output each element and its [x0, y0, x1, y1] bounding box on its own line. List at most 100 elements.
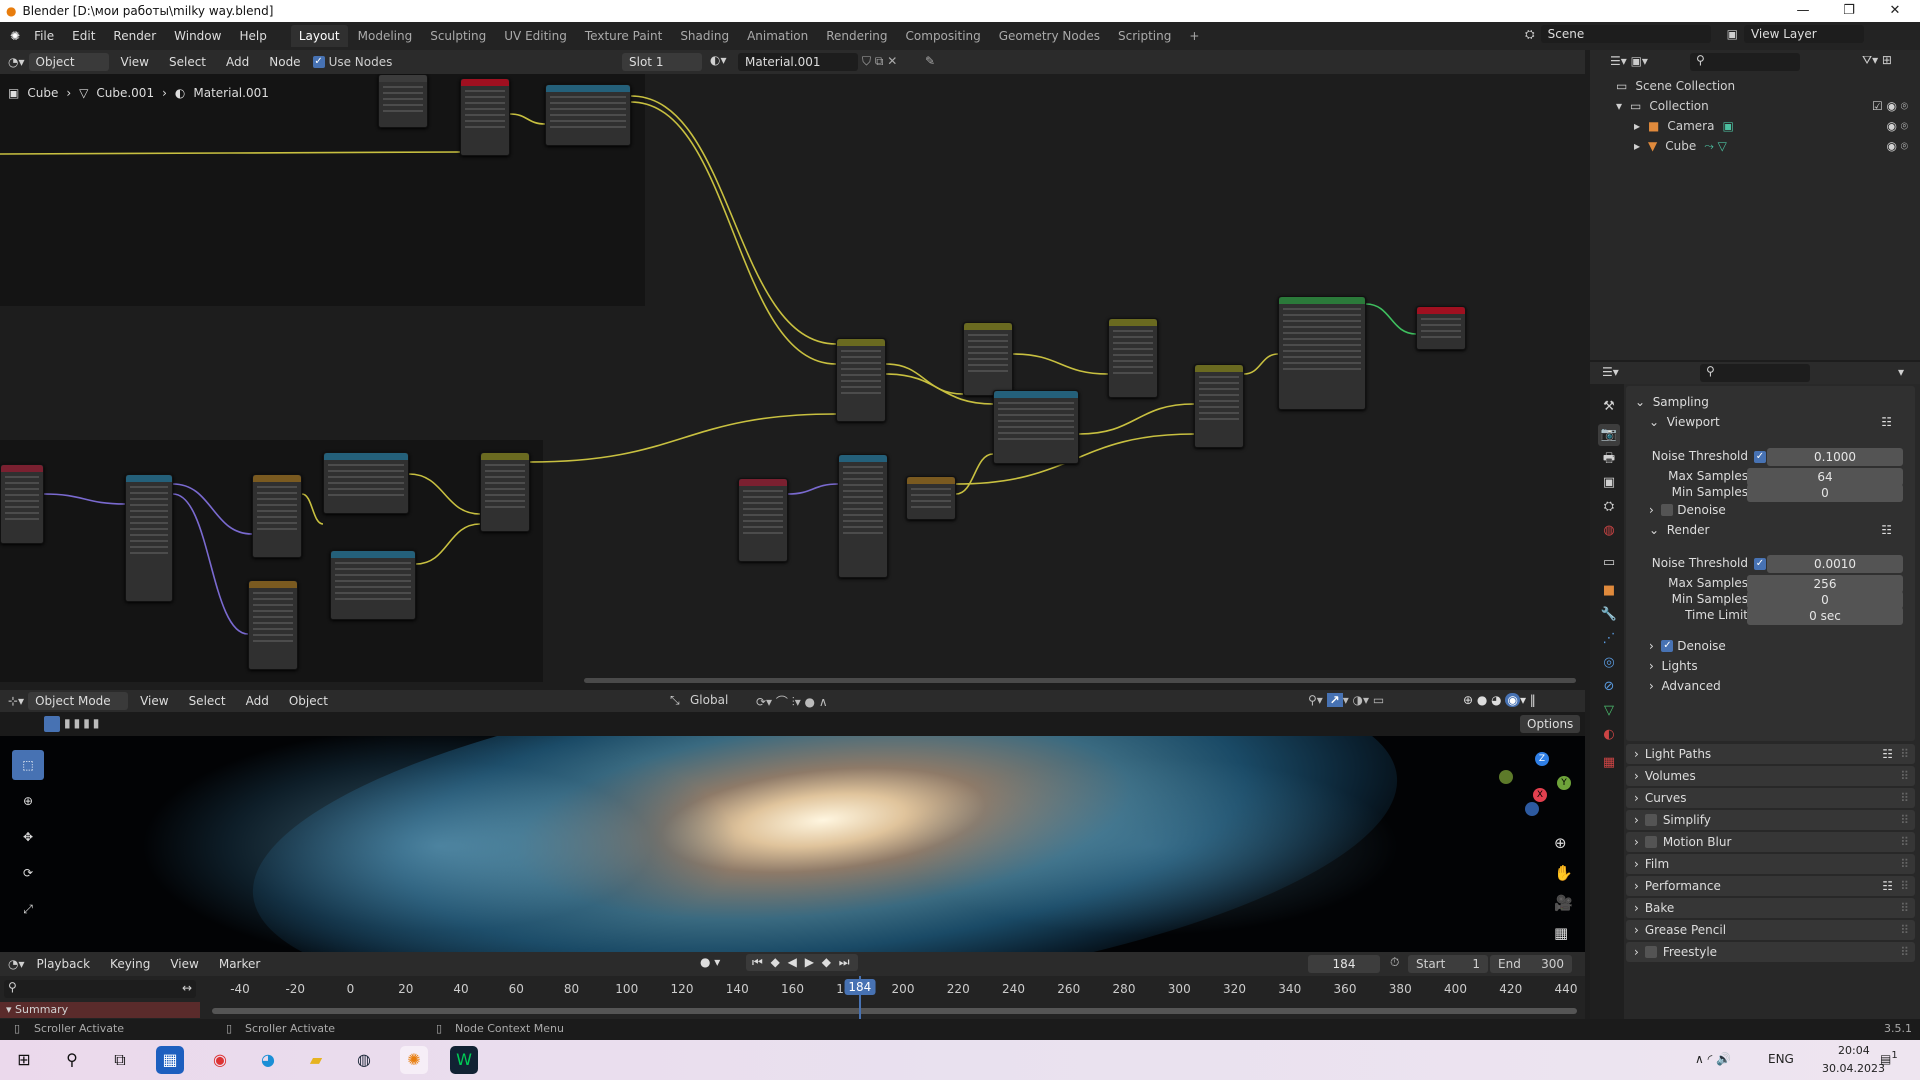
filter-icon[interactable]: ⛛▾ ⊞ — [1862, 53, 1892, 68]
shader-node[interactable] — [1416, 306, 1466, 350]
panel-bake[interactable]: › Bake ⠿ — [1626, 898, 1915, 918]
object-mode-dropdown[interactable]: Object Mode — [28, 692, 129, 710]
swap-icon[interactable]: ↔ — [182, 981, 192, 995]
tab-shading[interactable]: Shading — [672, 25, 737, 47]
close-button[interactable]: ✕ — [1872, 0, 1918, 22]
vp-noise-threshold-field[interactable]: 0.1000 — [1767, 448, 1903, 466]
presets-icon[interactable]: ☷ — [1882, 879, 1893, 893]
shader-node[interactable] — [0, 464, 44, 544]
select-mode-icons[interactable]: ▮▮▮▮ — [64, 716, 102, 730]
cursor-tool-icon[interactable]: ⊕ — [12, 786, 44, 816]
output-tab-icon[interactable]: 🖶 — [1598, 448, 1620, 470]
display-mode-icon[interactable]: ☰▾ ▣▾ — [1610, 54, 1648, 68]
panel-freestyle[interactable]: › Freestyle ⠿ — [1626, 942, 1915, 962]
marker-menu[interactable]: Marker — [211, 954, 268, 974]
visibility-icons[interactable]: ☑ ◉ ⌾ — [1872, 99, 1908, 114]
properties-search-input[interactable]: ⚲ — [1700, 364, 1810, 382]
drag-handle-icon[interactable]: ⠿ — [1900, 901, 1909, 915]
3d-viewport[interactable]: ⊹▾ Object Mode View Select Add Object ⤡ … — [0, 690, 1585, 952]
use-nodes-checkbox[interactable]: ✓ — [312, 56, 325, 68]
particles-tab-icon[interactable]: ⋰ — [1598, 628, 1620, 650]
shader-node[interactable] — [252, 474, 302, 558]
start-menu-icon[interactable]: ⊞ — [10, 1046, 38, 1074]
tab-sculpting[interactable]: Sculpting — [422, 25, 494, 47]
drag-handle-icon[interactable]: ⠿ — [1900, 857, 1909, 871]
add-workspace-button[interactable]: + — [1181, 25, 1207, 47]
panel-film[interactable]: › Film ⠿ — [1626, 854, 1915, 874]
outliner-item-camera[interactable]: ▸ ■ Camera ▣ ◉ ⌾ — [1634, 119, 1916, 133]
viewport-menu-add[interactable]: Add — [238, 691, 277, 711]
material-sphere-icon[interactable]: ◐▾ — [710, 53, 727, 67]
node-menu-view[interactable]: View — [113, 52, 157, 72]
r-noise-threshold-field[interactable]: 0.0010 — [1767, 555, 1903, 573]
viewport-menu-view[interactable]: View — [132, 691, 176, 711]
viewport-subpanel-header[interactable]: ⌄ Viewport ☷ — [1635, 410, 1906, 434]
menu-help[interactable]: Help — [231, 26, 274, 46]
navigation-gizmo[interactable]: Z Y X — [1495, 752, 1575, 822]
menu-render[interactable]: Render — [105, 26, 164, 46]
texture-tab-icon[interactable]: ▦ — [1598, 752, 1620, 774]
visibility-icons[interactable]: ◉ ⌾ — [1887, 119, 1909, 134]
panel-curves[interactable]: › Curves ⠿ — [1626, 788, 1915, 808]
shader-node[interactable] — [330, 550, 416, 620]
blender-menu-icon[interactable]: ✺ — [10, 29, 20, 43]
shader-node[interactable] — [460, 78, 510, 156]
drag-handle-icon[interactable]: ⠿ — [1900, 923, 1909, 937]
playback-controls[interactable]: ⏮ ◆ ◀ ▶ ◆ ⏭ — [746, 954, 858, 971]
clock-date[interactable]: 30.04.2023 — [1822, 1062, 1885, 1075]
shader-node[interactable] — [323, 452, 409, 514]
presets-icon[interactable]: ☷ — [1882, 747, 1893, 761]
editor-type-icon[interactable]: ◔▾ — [8, 55, 25, 69]
node-menu-select[interactable]: Select — [161, 52, 214, 72]
steam-app-icon[interactable]: ◍ — [350, 1046, 378, 1074]
world-tab-icon[interactable]: ◍ — [1598, 520, 1620, 542]
editor-type-icon[interactable]: ☰▾ — [1602, 365, 1619, 379]
select-new-mode-icon[interactable] — [44, 716, 60, 732]
start-frame-field[interactable]: Start 1 — [1408, 955, 1488, 973]
drag-handle-icon[interactable]: ⠿ — [1900, 835, 1909, 849]
material-name-field[interactable]: Material.001 — [738, 53, 858, 71]
panel-checkbox[interactable] — [1644, 836, 1657, 848]
shader-node[interactable] — [738, 478, 788, 562]
editor-type-icon[interactable]: ◔▾ — [8, 957, 25, 971]
shader-node[interactable] — [993, 390, 1079, 464]
shader-node[interactable] — [963, 322, 1013, 396]
viewport-menu-object[interactable]: Object — [281, 691, 336, 711]
drag-handle-icon[interactable]: ⠿ — [1900, 747, 1909, 761]
collection-row[interactable]: ▾ ▭ Collection ☑ ◉ ⌾ — [1616, 99, 1916, 113]
orientation-dropdown[interactable]: Global — [690, 693, 728, 707]
shading-mode-icons[interactable]: ⊕ ● ◕ ◉ ▾ ‖ — [1463, 693, 1536, 707]
search-icon[interactable]: ⚲ — [58, 1046, 86, 1074]
time-limit-field[interactable]: 0 sec — [1747, 607, 1903, 625]
render-subpanel-header[interactable]: ⌄ Render ☷ — [1635, 518, 1906, 542]
r-noise-threshold-checkbox[interactable]: ✓ — [1754, 558, 1766, 570]
panel-motion-blur[interactable]: › Motion Blur ⠿ — [1626, 832, 1915, 852]
vp-noise-threshold-checkbox[interactable]: ✓ — [1754, 451, 1766, 463]
notification-icon[interactable]: ▤1 — [1880, 1050, 1898, 1066]
panel-simplify[interactable]: › Simplify ⠿ — [1626, 810, 1915, 830]
camera-view-icon[interactable]: 🎥 — [1554, 894, 1573, 912]
explorer-app-icon[interactable]: ▰ — [302, 1046, 330, 1074]
move-tool-icon[interactable]: ✥ — [12, 822, 44, 852]
viewport-menu-select[interactable]: Select — [181, 691, 234, 711]
minimize-button[interactable]: — — [1780, 0, 1826, 22]
zoom-icon[interactable]: ⊕ — [1554, 834, 1573, 852]
shader-node[interactable] — [1108, 318, 1158, 398]
panel-volumes[interactable]: › Volumes ⠿ — [1626, 766, 1915, 786]
tab-modeling[interactable]: Modeling — [350, 25, 421, 47]
playhead-frame-label[interactable]: 184 — [844, 979, 876, 995]
object-type-dropdown[interactable]: Object — [28, 53, 109, 71]
outliner-search-input[interactable]: ⚲ — [1690, 53, 1800, 71]
modifier-tab-icon[interactable]: 🔧 — [1598, 604, 1620, 626]
advanced-subpanel[interactable]: › Advanced — [1635, 674, 1906, 698]
shader-node-editor[interactable]: ▣ Cube › ▽ Cube.001 › ◐ Material.001 — [0, 74, 1585, 690]
tab-rendering[interactable]: Rendering — [818, 25, 895, 47]
shader-node[interactable] — [1278, 296, 1366, 410]
view-layer-icon[interactable]: ▣ — [1727, 27, 1738, 41]
shader-node[interactable] — [906, 476, 956, 520]
shader-node[interactable] — [125, 474, 173, 602]
ortho-grid-icon[interactable]: ▦ — [1554, 924, 1573, 942]
shader-node[interactable] — [480, 452, 530, 532]
tab-compositing[interactable]: Compositing — [898, 25, 989, 47]
visibility-icons[interactable]: ◉ ⌾ — [1887, 139, 1909, 154]
